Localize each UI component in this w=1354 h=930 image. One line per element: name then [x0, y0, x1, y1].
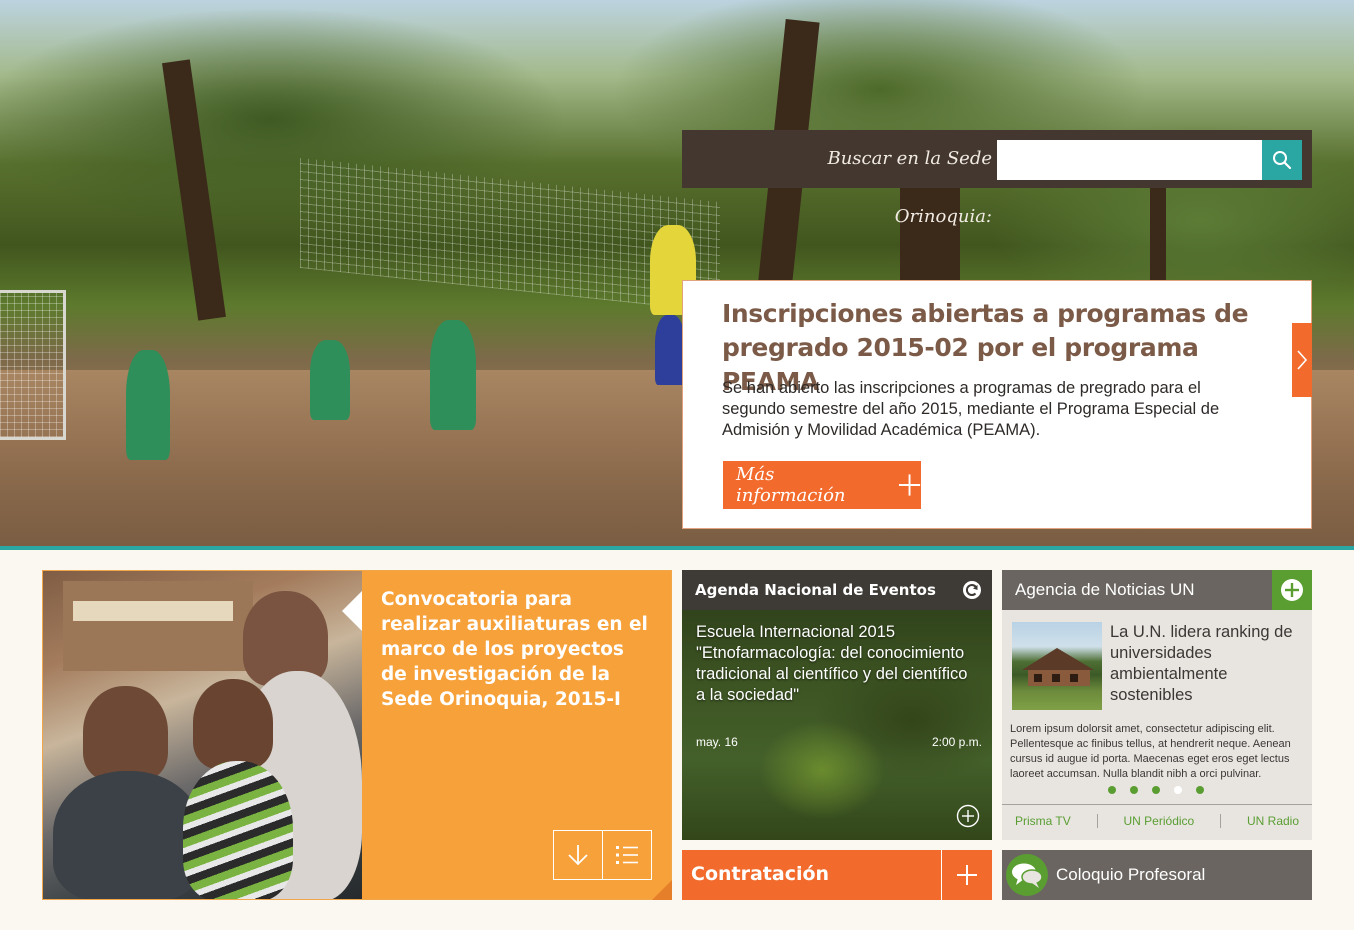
- news-thumbnail[interactable]: [1012, 622, 1102, 710]
- player-figure: [310, 340, 350, 420]
- player-figure: [430, 320, 476, 430]
- list-icon: [616, 846, 638, 864]
- coloquio-bar[interactable]: Coloquio Profesoral: [1002, 850, 1312, 900]
- plus-icon: [957, 865, 977, 885]
- arrow-down-icon: [568, 845, 588, 866]
- carousel-dot[interactable]: [1196, 786, 1204, 794]
- carousel-dots: [1108, 786, 1204, 794]
- news-header: Agencia de Noticias UN: [1002, 570, 1312, 610]
- download-button[interactable]: [553, 830, 603, 880]
- news-title: Agencia de Noticias UN: [1015, 580, 1195, 599]
- agenda-widget[interactable]: Agenda Nacional de Eventos Escuela Inter…: [682, 570, 992, 840]
- search-icon: [1273, 151, 1292, 170]
- soccer-goal: [0, 290, 66, 440]
- carousel-dot-active[interactable]: [1174, 786, 1182, 794]
- player-figure: [655, 315, 685, 385]
- agenda-header: Agenda Nacional de Eventos: [682, 570, 992, 610]
- search-bar: Buscar en la Sede Orinoquia:: [682, 130, 1312, 227]
- coloquio-label: Coloquio Profesoral: [1056, 865, 1206, 884]
- plus-circle-icon: [1281, 579, 1303, 601]
- photo-shelf: [73, 601, 233, 621]
- news-summary: Lorem ipsum dolorsit amet, consectetur a…: [1010, 723, 1291, 780]
- photo-person: [183, 761, 293, 899]
- photo-person: [53, 771, 203, 899]
- slide-next-button[interactable]: [1292, 323, 1312, 397]
- agenda-event-title[interactable]: Escuela Internacional 2015 "Etnofarmacol…: [696, 622, 976, 706]
- card-corner-fold: [652, 880, 672, 900]
- section-divider: [0, 546, 1354, 550]
- carousel-dot[interactable]: [1152, 786, 1160, 794]
- player-figure: [126, 350, 170, 460]
- convocatoria-photo: [43, 571, 362, 899]
- photo-shelf: [63, 581, 253, 671]
- search-label: Buscar en la Sede Orinoquia:: [827, 148, 992, 227]
- more-info-button[interactable]: Más información: [723, 461, 921, 509]
- photo-person: [83, 686, 168, 781]
- link-un-radio[interactable]: UN Radio: [1247, 814, 1299, 828]
- agenda-title: Agenda Nacional de Eventos: [695, 581, 936, 599]
- link-prisma-tv[interactable]: Prisma TV: [1015, 814, 1071, 828]
- news-headline[interactable]: La U.N. lidera ranking de universidades …: [1110, 622, 1310, 706]
- link-un-periodico[interactable]: UN Periódico: [1124, 814, 1195, 828]
- agenda-event-date: may. 16: [696, 735, 738, 749]
- search-button[interactable]: [1262, 140, 1302, 180]
- chat-bubbles-icon: [1006, 854, 1048, 896]
- media-links: Prisma TV UN Periódico UN Radio: [1002, 814, 1312, 828]
- more-info-label: Más información: [736, 464, 846, 506]
- convocatoria-title: Convocatoria para realizar auxiliaturas …: [381, 589, 648, 710]
- building-image: [1022, 648, 1094, 686]
- card-notch: [342, 591, 362, 631]
- divider: [1002, 804, 1312, 805]
- chevron-right-icon: [1297, 350, 1308, 370]
- plus-circle-icon[interactable]: [956, 804, 980, 828]
- refresh-icon[interactable]: [962, 580, 982, 600]
- carousel-dot[interactable]: [1108, 786, 1116, 794]
- convocatoria-card[interactable]: Convocatoria para realizar auxiliaturas …: [42, 570, 672, 900]
- contratacion-expand-button[interactable]: [941, 850, 992, 900]
- carousel-dot[interactable]: [1130, 786, 1138, 794]
- agenda-event-time: 2:00 p.m.: [931, 735, 982, 749]
- link-separator: [1220, 814, 1222, 828]
- search-input[interactable]: [997, 140, 1262, 180]
- photo-person: [193, 679, 273, 769]
- contratacion-bar[interactable]: Contratación: [682, 850, 992, 900]
- tree-trunk: [162, 59, 226, 321]
- featured-slide: Inscripciones abiertas a programas de pr…: [682, 280, 1312, 529]
- slide-body: Se han abierto las inscripciones a progr…: [722, 379, 1220, 439]
- link-separator: [1096, 814, 1098, 828]
- list-button[interactable]: [602, 830, 652, 880]
- plus-icon: [898, 474, 921, 496]
- news-widget: Agencia de Noticias UN La U.N. lidera ra…: [1002, 570, 1312, 840]
- contratacion-label: Contratación: [691, 863, 830, 885]
- news-more-button[interactable]: [1272, 570, 1312, 610]
